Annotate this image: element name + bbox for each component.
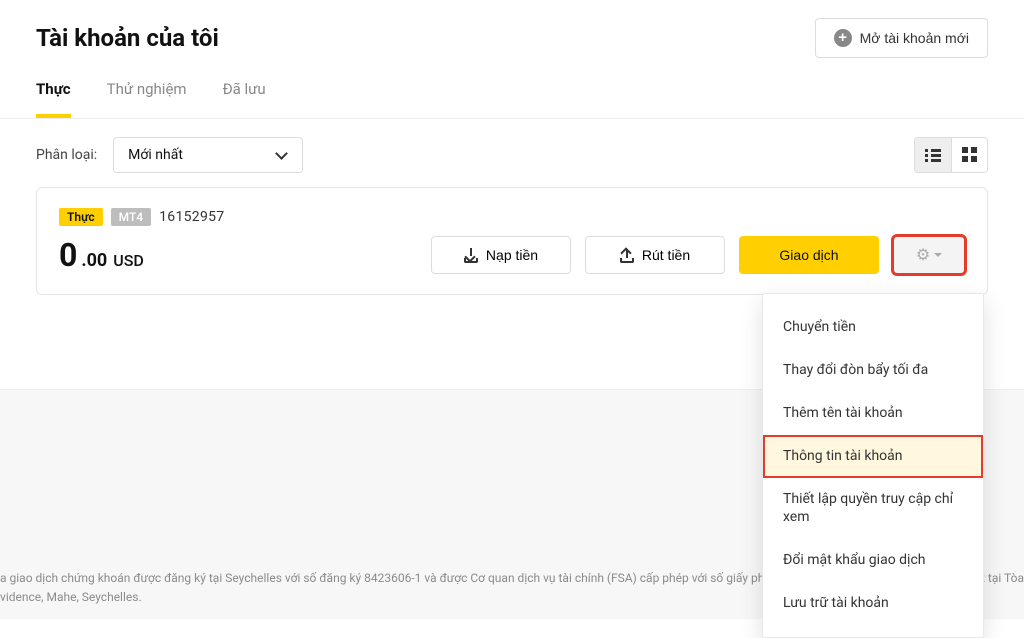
view-list-button[interactable]	[915, 138, 951, 172]
trade-button[interactable]: Giao dịch	[739, 236, 879, 274]
menu-account-info[interactable]: Thông tin tài khoản	[763, 435, 983, 478]
tab-real[interactable]: Thực	[36, 80, 71, 118]
open-account-button[interactable]: Mở tài khoản mới	[815, 18, 988, 58]
caret-down-icon	[934, 253, 942, 257]
view-toggle	[914, 137, 988, 173]
menu-transfer[interactable]: Chuyển tiền	[763, 306, 983, 349]
account-tabs: Thực Thử nghiệm Đã lưu	[0, 58, 1024, 119]
footer-line1: a giao dịch chứng khoán được đăng ký tại…	[0, 571, 819, 585]
gear-icon: ⚙	[916, 247, 930, 263]
open-account-label: Mở tài khoản mới	[860, 30, 969, 46]
deposit-button[interactable]: Nạp tiền	[431, 236, 571, 274]
tab-archived[interactable]: Đã lưu	[223, 80, 266, 118]
download-icon	[464, 248, 478, 262]
account-type-badge: Thực	[59, 208, 103, 226]
trade-label: Giao dịch	[779, 247, 838, 263]
plus-circle-icon	[834, 29, 852, 47]
account-id: 16152957	[159, 209, 224, 225]
tab-demo[interactable]: Thử nghiệm	[107, 80, 187, 118]
account-settings-menu: Chuyển tiền Thay đổi đòn bẩy tối đa Thêm…	[762, 293, 984, 638]
upload-icon	[620, 248, 634, 262]
balance-decimal: .00	[81, 250, 107, 271]
sort-label: Phân loại:	[36, 147, 97, 163]
withdraw-button[interactable]: Rút tiền	[585, 236, 725, 274]
account-platform-badge: MT4	[111, 208, 151, 226]
account-settings-button[interactable]: ⚙	[893, 236, 965, 274]
balance-integer: 0	[59, 239, 77, 271]
menu-change-password[interactable]: Đổi mật khẩu giao dịch	[763, 539, 983, 582]
chevron-down-icon	[276, 149, 288, 161]
view-grid-button[interactable]	[951, 138, 987, 172]
page-title: Tài khoản của tôi	[36, 24, 219, 52]
sort-select[interactable]: Mới nhất	[113, 137, 303, 173]
sort-value: Mới nhất	[128, 147, 183, 163]
balance-currency: USD	[113, 251, 144, 270]
menu-readonly-access[interactable]: Thiết lập quyền truy cập chỉ xem	[763, 478, 983, 540]
account-card: Thực MT4 16152957 0.00 USD Nạp tiền Rút …	[36, 187, 988, 295]
menu-add-name[interactable]: Thêm tên tài khoản	[763, 392, 983, 435]
withdraw-label: Rút tiền	[642, 247, 690, 263]
list-icon	[925, 147, 941, 163]
menu-change-leverage[interactable]: Thay đổi đòn bẩy tối đa	[763, 349, 983, 392]
account-balance: 0.00 USD	[59, 239, 144, 271]
grid-icon	[962, 147, 978, 163]
deposit-label: Nạp tiền	[486, 247, 538, 263]
